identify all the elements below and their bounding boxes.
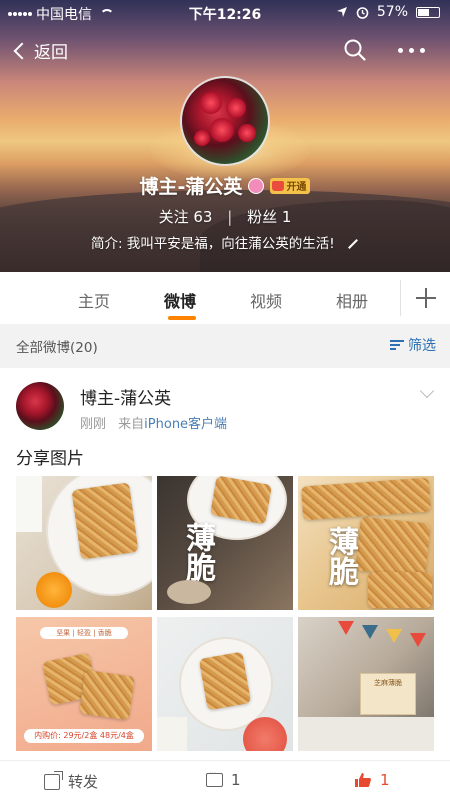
profile-bio[interactable]: 简介: 我叫平安是福，向往蒲公英的生活! — [0, 232, 450, 252]
rose — [200, 92, 222, 114]
avatar[interactable] — [180, 76, 270, 166]
tab-divider — [400, 280, 401, 316]
image-tag: 坚果 | 轻盈 | 香脆 — [40, 627, 128, 639]
cracker — [71, 482, 139, 560]
cracker — [300, 477, 432, 521]
pennant — [362, 625, 378, 639]
pennant — [410, 633, 426, 647]
cracker — [355, 516, 431, 578]
milk-glass — [157, 717, 187, 751]
comment-count: 1 — [231, 771, 241, 789]
like-count: 1 — [380, 771, 390, 789]
post-meta: 刚刚 来自iPhone客户端 — [80, 413, 227, 432]
back-label: 返回 — [34, 43, 68, 63]
post-actions: 转发 1 1 — [0, 760, 450, 800]
filter-icon — [390, 339, 404, 351]
followers-label: 粉丝 — [247, 208, 278, 226]
post-author[interactable]: 博主-蒲公英 — [80, 384, 171, 409]
price-label: 内购价: 29元/2盒 48元/4盒 — [24, 729, 144, 743]
vip-badge[interactable]: 开通 — [270, 177, 311, 194]
bio-text: 简介: 我叫平安是福，向往蒲公英的生活! — [90, 236, 335, 252]
tab-weibo[interactable]: 微博 — [164, 288, 196, 312]
more-icon[interactable] — [398, 48, 425, 53]
orange-slice — [36, 572, 72, 608]
repost-button[interactable]: 转发 — [44, 770, 99, 792]
add-tab-icon[interactable] — [416, 288, 436, 308]
profile-name-row: 博主-蒲公英 开通 — [0, 172, 450, 199]
like-button[interactable]: 1 — [354, 771, 390, 789]
following-label: 关注 — [158, 208, 189, 226]
post-image-6[interactable]: 芝麻薄脆 — [298, 617, 434, 751]
battery-fill — [418, 8, 430, 16]
post-image-3[interactable]: 薄脆 — [298, 476, 434, 610]
status-right: 57% — [336, 4, 440, 20]
post-card: 博主-蒲公英 刚刚 来自iPhone客户端 分享图片 薄脆 薄脆 坚果 | 轻盈… — [0, 368, 450, 800]
rose — [226, 98, 246, 118]
table-surface — [298, 717, 434, 751]
avatar[interactable] — [16, 382, 64, 430]
active-tab-indicator — [168, 316, 196, 320]
post-count: 全部微博(20) — [16, 340, 98, 356]
repost-icon — [44, 770, 63, 790]
edit-pen-icon — [348, 239, 358, 249]
follow-counts: 关注 63 | 粉丝 1 — [0, 206, 450, 227]
tab-home[interactable]: 主页 — [78, 288, 110, 312]
status-bar: 中国电信 下午12:26 57% — [0, 0, 450, 24]
rose — [238, 124, 256, 142]
rose — [194, 130, 210, 146]
nav-bar: 返回 — [0, 34, 450, 70]
search-icon[interactable] — [344, 39, 366, 61]
post-source[interactable]: iPhone客户端 — [144, 417, 227, 432]
product-box: 芝麻薄脆 — [360, 673, 416, 715]
chevron-down-icon[interactable] — [419, 383, 435, 399]
grapefruit — [243, 717, 287, 751]
vip-label: 开通 — [286, 182, 307, 193]
profile-header: 中国电信 下午12:26 57% 返回 博主-蒲公英 开通 关注 63 | 粉丝… — [0, 0, 450, 272]
cracker — [368, 572, 432, 608]
tab-album[interactable]: 相册 — [336, 288, 368, 312]
post-time: 刚刚 — [80, 417, 107, 432]
pennant — [386, 629, 402, 643]
image-title: 薄脆 — [323, 526, 358, 586]
female-badge-icon — [248, 177, 265, 194]
rose — [210, 118, 234, 142]
post-image-5[interactable] — [157, 617, 293, 751]
back-button[interactable]: 返回 — [12, 38, 68, 63]
comment-button[interactable]: 1 — [206, 769, 241, 789]
battery-percent: 57% — [376, 4, 408, 20]
profile-name: 博主-蒲公英 — [139, 176, 243, 198]
followers-link[interactable]: 粉丝 1 — [247, 208, 291, 226]
count-separator: | — [227, 208, 233, 226]
followers-count: 1 — [281, 208, 292, 226]
post-image-1[interactable] — [16, 476, 152, 610]
cracker — [79, 669, 135, 721]
image-grid: 薄脆 薄脆 坚果 | 轻盈 | 香脆 内购价: 29元/2盒 48元/4盒 芝麻… — [16, 476, 434, 752]
source-prefix: 来自 — [118, 417, 145, 432]
location-icon — [336, 7, 347, 17]
following-count: 63 — [193, 208, 213, 226]
profile-tabs: 主页 微博 视频 相册 — [0, 272, 450, 324]
image-title: 薄脆 — [180, 522, 215, 582]
battery-icon — [416, 6, 440, 18]
comment-icon — [206, 769, 223, 787]
repost-label: 转发 — [68, 773, 99, 791]
thumbs-up-icon — [355, 773, 371, 787]
following-link[interactable]: 关注 63 — [159, 208, 218, 226]
filter-button[interactable]: 筛选 — [390, 335, 436, 355]
cracker — [198, 651, 252, 711]
post-image-4[interactable]: 坚果 | 轻盈 | 香脆 内购价: 29元/2盒 48元/4盒 — [16, 617, 152, 751]
filter-bar: 全部微博(20) 筛选 — [0, 324, 450, 364]
milk-glass — [16, 476, 42, 532]
coffee-cup — [167, 580, 211, 604]
post-image-2[interactable]: 薄脆 — [157, 476, 293, 610]
pennant — [338, 621, 354, 635]
chevron-left-icon — [13, 42, 31, 59]
tab-video[interactable]: 视频 — [250, 288, 282, 312]
post-text: 分享图片 — [16, 449, 84, 469]
crown-icon — [272, 180, 285, 191]
filter-label: 筛选 — [408, 338, 436, 354]
alarm-icon — [356, 6, 369, 19]
